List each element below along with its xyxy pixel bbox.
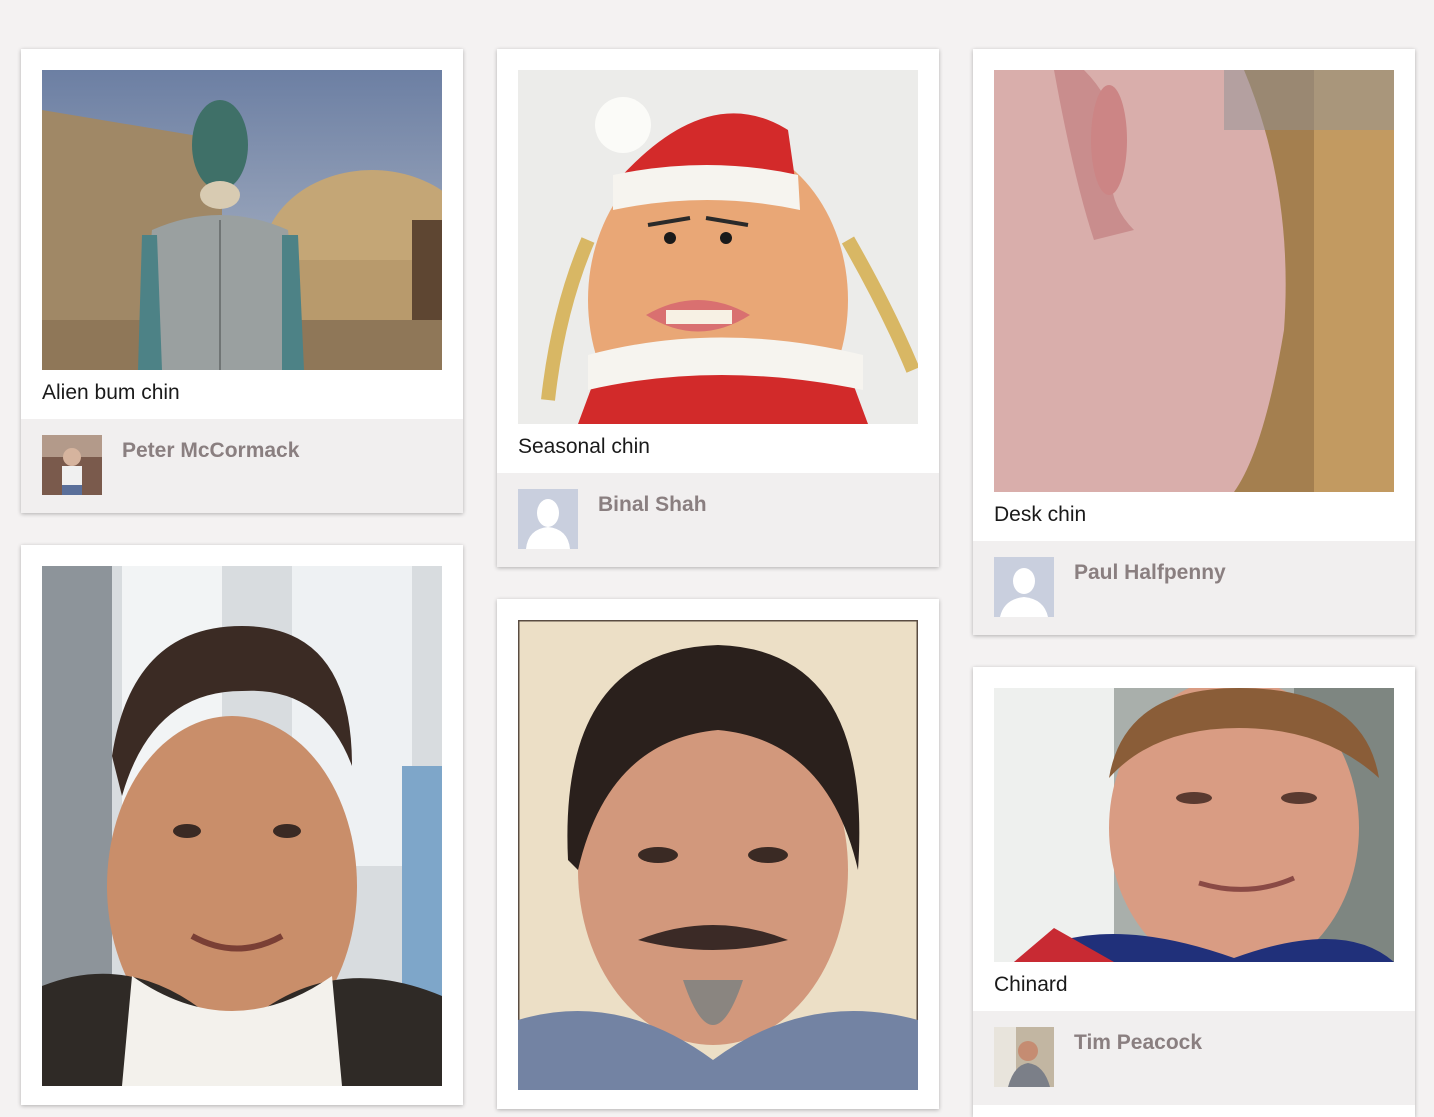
user-photo-avatar[interactable] [994,1027,1054,1087]
user-photo-avatar[interactable] [42,435,102,495]
pin-card[interactable]: Chinard Tim Peacock [973,667,1415,1117]
pin-caption: Desk chin [994,503,1087,526]
username-link[interactable]: Paul Halfpenny [1074,561,1226,585]
username-link[interactable]: Binal Shah [598,493,707,517]
footballer-portrait-photo[interactable] [994,688,1394,962]
man-big-chin-selfie-photo[interactable] [42,566,442,1086]
username-link[interactable]: Peter McCormack [122,439,299,463]
pin-footer: Peter McCormack [21,419,463,513]
santa-hat-puppet-photo[interactable] [518,70,918,424]
desk-chin-closeup-photo[interactable] [994,70,1394,492]
bearded-man-portrait-photo[interactable] [518,620,918,1090]
pin-card[interactable] [21,545,463,1105]
pin-caption: Chinard [994,973,1068,996]
pin-footer: Tim Peacock [973,1011,1415,1105]
pin-footer: Paul Halfpenny [973,541,1415,635]
pin-caption: Alien bum chin [42,381,180,404]
username-link[interactable]: Tim Peacock [1074,1031,1202,1055]
pin-footer: Binal Shah [497,473,939,567]
pin-card[interactable]: Alien bum chin Peter McCormack [21,49,463,513]
alien-bum-chin-photo[interactable] [42,70,442,370]
pin-card[interactable] [497,599,939,1109]
pin-card[interactable]: Seasonal chin Binal Shah [497,49,939,567]
default-female-avatar[interactable] [518,489,578,549]
pin-card[interactable]: Desk chin Paul Halfpenny [973,49,1415,635]
pin-caption: Seasonal chin [518,435,650,458]
default-male-avatar[interactable] [994,557,1054,617]
